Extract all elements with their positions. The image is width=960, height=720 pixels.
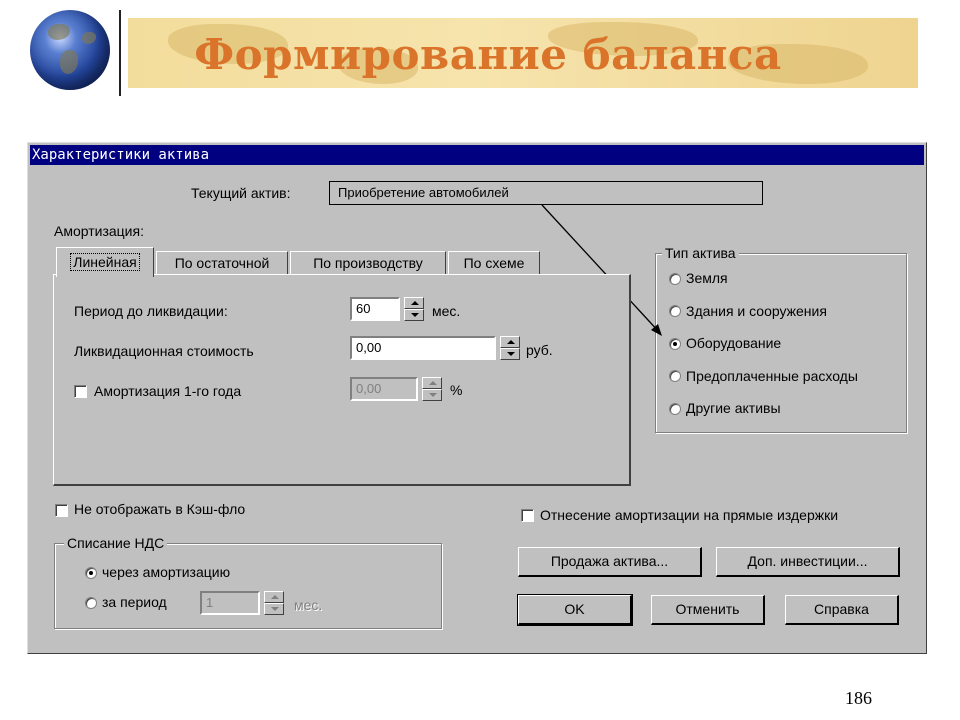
extra-investment-button[interactable]: Доп. инвестиции... [716, 547, 900, 577]
period-input[interactable]: 60 [350, 297, 400, 321]
amortization-label: Амортизация: [54, 223, 144, 239]
sell-asset-button[interactable]: Продажа актива... [518, 547, 702, 577]
radio-prepaid[interactable] [669, 370, 681, 382]
radio-other[interactable] [669, 403, 681, 415]
page-number: 186 [845, 688, 872, 708]
radio-buildings-label: Здания и сооружения [686, 303, 827, 319]
radio-vat-period[interactable] [85, 597, 97, 609]
period-label: Период до ликвидации: [74, 303, 228, 319]
liquidation-label: Ликвидационная стоимость [74, 343, 254, 359]
radio-land[interactable] [669, 273, 681, 285]
linear-tab-panel: Период до ликвидации: 60 мес. Ликвидацио… [53, 274, 631, 486]
radio-other-label: Другие активы [686, 400, 781, 416]
radio-prepaid-label: Предоплаченные расходы [686, 368, 858, 384]
header-divider [119, 10, 121, 96]
period-unit: мес. [432, 303, 461, 319]
radio-equipment-label: Оборудование [686, 335, 782, 351]
liquidation-stepper[interactable] [500, 336, 520, 360]
tab-residual[interactable]: По остаточной [156, 251, 288, 275]
tab-production[interactable]: По производству [290, 251, 446, 275]
radio-vat-amortization[interactable] [85, 567, 97, 579]
radio-land-label: Земля [686, 270, 728, 286]
liquidation-unit: руб. [526, 342, 553, 358]
cancel-button[interactable]: Отменить [651, 595, 765, 625]
first-year-input[interactable]: 0,00 [350, 377, 418, 401]
current-asset-field[interactable]: Приобретение автомобилей [329, 181, 763, 205]
globe-logo [30, 10, 110, 90]
vat-period-stepper[interactable] [264, 591, 284, 615]
ok-button[interactable]: OK [517, 594, 633, 626]
radio-buildings[interactable] [669, 305, 681, 317]
vat-group [54, 543, 442, 629]
first-year-checkbox[interactable] [74, 385, 87, 398]
radio-vat-period-label: за период [102, 594, 167, 610]
liquidation-input[interactable]: 0,00 [350, 336, 496, 360]
vat-period-input[interactable]: 1 [200, 591, 260, 615]
no-cashflow-checkbox[interactable] [55, 504, 68, 517]
asset-type-caption: Тип актива [662, 245, 739, 261]
dialog-titlebar: Характеристики актива [30, 145, 924, 165]
period-stepper[interactable] [404, 297, 424, 321]
radio-equipment[interactable] [669, 338, 681, 350]
tab-scheme[interactable]: По схеме [448, 251, 540, 275]
direct-costs-label: Отнесение амортизации на прямые издержки [540, 507, 839, 523]
tab-linear[interactable]: Линейная [56, 247, 154, 277]
slide-title: Формирование баланса [194, 30, 782, 79]
first-year-stepper[interactable] [422, 377, 442, 401]
asset-properties-dialog: Характеристики актива Текущий актив: При… [27, 142, 927, 654]
vat-caption: Списание НДС [64, 535, 168, 551]
current-asset-label: Текущий актив: [191, 185, 291, 201]
radio-vat-amortization-label: через амортизацию [102, 564, 231, 580]
vat-period-unit: мес. [294, 597, 323, 613]
first-year-label: Амортизация 1-го года [94, 383, 242, 399]
first-year-unit: % [450, 382, 463, 398]
no-cashflow-label: Не отображать в Кэш-фло [74, 501, 246, 517]
direct-costs-checkbox[interactable] [521, 509, 534, 522]
help-button[interactable]: Справка [785, 595, 899, 625]
